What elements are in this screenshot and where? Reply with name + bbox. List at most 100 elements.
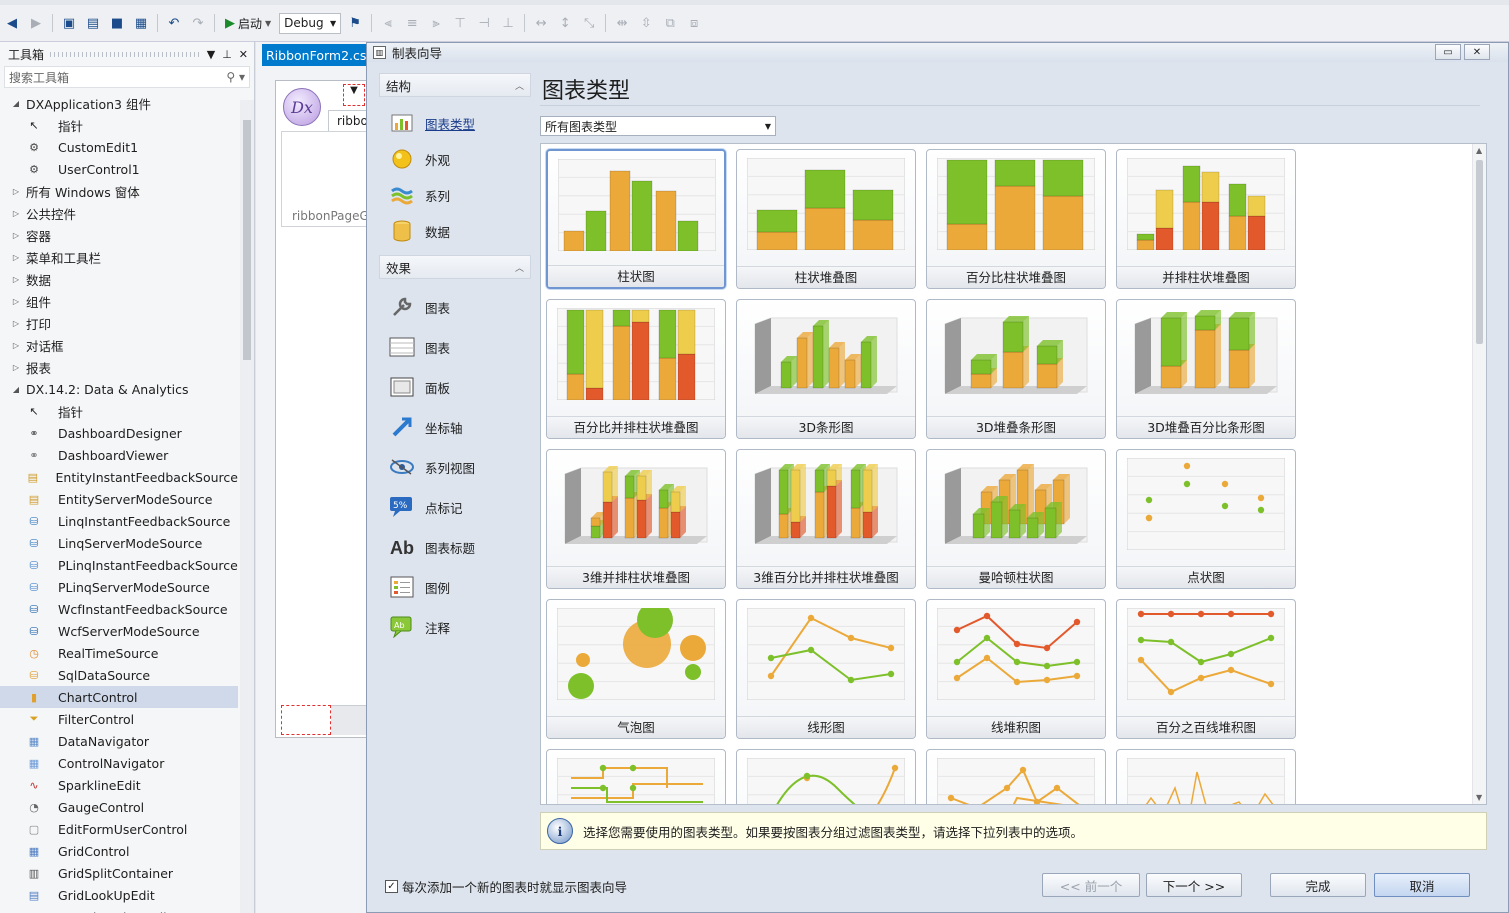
start-debug-button[interactable]: ▶ 启动 ▼ <box>221 15 275 32</box>
same-height-icon[interactable]: ↕ <box>555 13 575 33</box>
chart-type-tile[interactable]: 3D堆叠条形图 <box>926 299 1106 439</box>
bring-front-icon[interactable]: ⧉ <box>660 13 680 33</box>
attach-icon[interactable]: ⚑ <box>345 13 365 33</box>
same-size-icon[interactable]: ⤡ <box>579 13 599 33</box>
dropdown-icon[interactable]: ▼ <box>207 48 215 61</box>
forward-icon[interactable]: ▶ <box>26 13 46 33</box>
search-icon[interactable]: ⚲ ▾ <box>226 70 245 84</box>
gallery-scrollbar[interactable]: ▲ ▼ <box>1472 144 1486 804</box>
cancel-button[interactable]: 取消 <box>1374 873 1470 897</box>
nav-item[interactable]: 外观 <box>379 141 531 177</box>
chart-type-tile[interactable]: 百分之百线堆积图 <box>1116 599 1296 739</box>
nav-item[interactable]: 图表类型 <box>379 105 531 141</box>
chart-type-tile[interactable]: 线堆积图 <box>926 599 1106 739</box>
nav-item[interactable]: 系列 <box>379 177 531 213</box>
toolbox-item[interactable]: ▤ EntityServerModeSource <box>0 488 238 510</box>
chart-type-tile[interactable]: 百分比柱状堆叠图 <box>926 149 1106 289</box>
toolbox-item[interactable]: ⚙ CustomEdit1 <box>0 136 238 158</box>
toolbox-search-input[interactable]: 搜索工具箱 ⚲ ▾ <box>4 66 250 88</box>
toolbox-scrollbar[interactable] <box>240 100 254 913</box>
nav-group-header[interactable]: 结构 ︿ <box>379 73 531 97</box>
h-spacing-icon[interactable]: ⇹ <box>612 13 632 33</box>
toolbox-item[interactable]: ▥ GridSplitContainer <box>0 862 238 884</box>
chart-type-tile[interactable]: 曼哈顿柱状图 <box>926 449 1106 589</box>
chart-type-tile[interactable]: 3维百分比并排柱状堆叠图 <box>736 449 916 589</box>
collapsed-arrow-icon[interactable]: ▷ <box>10 253 22 262</box>
status-bar-placeholder[interactable] <box>281 705 331 735</box>
chevron-up-icon[interactable]: ︿ <box>515 261 524 274</box>
expanded-arrow-icon[interactable]: ◢ <box>10 385 22 394</box>
nav-item[interactable]: 图表 <box>379 327 531 367</box>
chevron-up-icon[interactable]: ︿ <box>515 79 524 92</box>
save-icon[interactable]: ■ <box>107 13 127 33</box>
toolbox-item[interactable]: ⛁ LinqInstantFeedbackSource <box>0 510 238 532</box>
checkbox-box[interactable]: ✓ <box>385 880 398 893</box>
next-button[interactable]: 下一个 >> <box>1146 873 1242 897</box>
new-project-icon[interactable]: ▣ <box>59 13 79 33</box>
toolbox-group[interactable]: ▷ 数据 <box>0 268 238 290</box>
ribbon-page-tab[interactable]: ribbo <box>328 110 368 132</box>
chart-group-filter-select[interactable]: 所有图表类型 ▼ <box>540 116 776 136</box>
nav-group-header[interactable]: 效果 ︿ <box>379 255 531 279</box>
align-left-icon[interactable]: ⫷ <box>378 13 398 33</box>
collapsed-arrow-icon[interactable]: ▷ <box>10 341 22 350</box>
chart-type-tile[interactable]: 百分比并排柱状堆叠图 <box>546 299 726 439</box>
chart-type-tile[interactable]: 3D条形图 <box>736 299 916 439</box>
show-wizard-checkbox[interactable]: ✓ 每次添加一个新的图表时就显示图表向导 <box>385 877 627 896</box>
dx-application-logo-icon[interactable]: Dx <box>283 88 321 126</box>
v-spacing-icon[interactable]: ⇳ <box>636 13 656 33</box>
nav-item[interactable]: 坐标轴 <box>379 407 531 447</box>
toolbox-item[interactable]: ⛁ WcfServerModeSource <box>0 620 238 642</box>
toolbox-item[interactable]: ▤ GridLookUpEdit <box>0 884 238 906</box>
toolbox-item[interactable]: ∿ SparklineEdit <box>0 774 238 796</box>
nav-item[interactable]: 面板 <box>379 367 531 407</box>
document-tab[interactable]: RibbonForm2.cs <box>262 44 366 66</box>
toolbox-item[interactable]: ↖ 指针 <box>0 114 238 136</box>
open-file-icon[interactable]: ▤ <box>83 13 103 33</box>
nav-item[interactable]: Ab 图表标题 <box>379 527 531 567</box>
close-button[interactable]: ✕ <box>1464 44 1490 60</box>
toolbox-item[interactable]: ⛁ WcfInstantFeedbackSource <box>0 598 238 620</box>
collapsed-arrow-icon[interactable]: ▷ <box>10 363 22 372</box>
undo-icon[interactable]: ↶ <box>164 13 184 33</box>
nav-item[interactable]: 系列视图 <box>379 447 531 487</box>
toolbox-item[interactable]: ⚙ UserControl1 <box>0 158 238 180</box>
chart-type-tile[interactable]: 3D堆叠百分比条形图 <box>1116 299 1296 439</box>
toolbox-group[interactable]: ▷ 菜单和工具栏 <box>0 246 238 268</box>
toolbox-group[interactable]: ▷ 报表 <box>0 356 238 378</box>
scroll-down-icon[interactable]: ▼ <box>1476 793 1482 802</box>
pin-icon[interactable]: ⊥ <box>222 48 232 61</box>
toolbox-item[interactable]: ⚭ DashboardDesigner <box>0 422 238 444</box>
send-back-icon[interactable]: ⧈ <box>684 13 704 33</box>
align-center-icon[interactable]: ≡ <box>402 13 422 33</box>
nav-item[interactable]: 数据 <box>379 213 531 249</box>
chart-type-tile[interactable] <box>926 749 1106 804</box>
nav-item[interactable]: 5% 点标记 <box>379 487 531 527</box>
toolbox-item[interactable]: ⚭ DashboardViewer <box>0 444 238 466</box>
toolbox-group[interactable]: ▷ 公共控件 <box>0 202 238 224</box>
nav-item[interactable]: 图表 <box>379 287 531 327</box>
toolbox-item[interactable]: ▦ ControlNavigator <box>0 752 238 774</box>
back-icon[interactable]: ◀ <box>2 13 22 33</box>
solution-config-select[interactable]: Debug ▼ <box>279 12 342 34</box>
align-bottom-icon[interactable]: ⊥ <box>498 13 518 33</box>
scroll-up-icon[interactable]: ▲ <box>1476 146 1482 155</box>
nav-item[interactable]: 图例 <box>379 567 531 607</box>
quick-access-placeholder[interactable]: ▼ <box>343 84 365 106</box>
toolbox-item[interactable]: ⏷ FilterControl <box>0 708 238 730</box>
toolbox-item[interactable]: ▦ GridControl <box>0 840 238 862</box>
collapsed-arrow-icon[interactable]: ▷ <box>10 319 22 328</box>
toolbox-group[interactable]: ▷ 容器 <box>0 224 238 246</box>
nav-item[interactable]: Ab 注释 <box>379 607 531 647</box>
toolbox-item[interactable]: ◷ RealTimeSource <box>0 642 238 664</box>
chart-type-tile[interactable] <box>1116 749 1296 804</box>
toolbox-item[interactable]: ◔ GaugeControl <box>0 796 238 818</box>
scrollbar-thumb[interactable] <box>243 120 251 360</box>
toolbox-item[interactable]: ⛁ PLinqServerModeSource <box>0 576 238 598</box>
prev-button[interactable]: << 前一个 <box>1042 873 1140 897</box>
collapsed-arrow-icon[interactable]: ▷ <box>10 297 22 306</box>
grip-icon[interactable] <box>50 51 201 57</box>
toolbox-item[interactable]: ↖ 指针 <box>0 400 238 422</box>
scrollbar-thumb[interactable] <box>1476 160 1483 344</box>
redo-icon[interactable]: ↷ <box>188 13 208 33</box>
